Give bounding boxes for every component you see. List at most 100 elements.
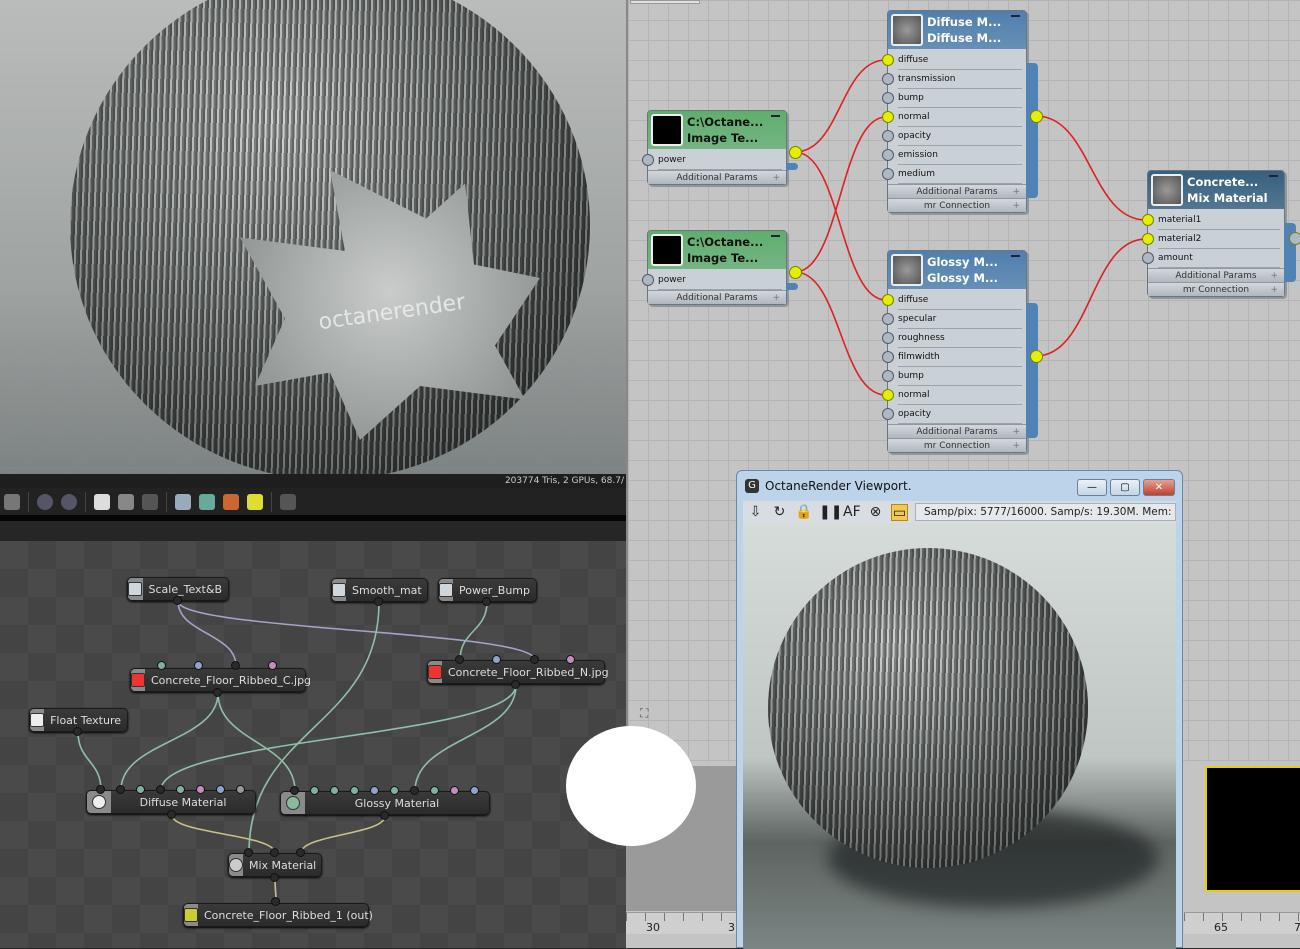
rollout-mr-connection[interactable]: mr Connection — [1148, 282, 1284, 297]
output-socket[interactable] — [1289, 232, 1300, 245]
slate-node-diff[interactable]: Diffuse M... Diffuse M... diffuse transmiss… — [882, 10, 1038, 213]
node-header[interactable]: C:\Octane... Image Te... — [648, 111, 786, 149]
collapse-icon[interactable] — [1011, 15, 1020, 17]
focus-picker-icon[interactable]: AF — [843, 504, 861, 521]
input-socket[interactable] — [882, 332, 894, 344]
output-socket[interactable] — [789, 266, 802, 279]
rollout-additional-params[interactable]: Additional Params — [888, 184, 1026, 199]
octane-viewport-window[interactable]: G OctaneRender Viewport. — ▢ ✕ ⇩ ↻ 🔒 ❚❚ AF ⊗ ▭… — [736, 470, 1183, 949]
socket[interactable] — [231, 661, 240, 670]
restart-icon[interactable]: ↻ — [771, 504, 788, 521]
input-socket[interactable] — [882, 313, 894, 325]
socket[interactable] — [73, 727, 82, 736]
collapse-icon[interactable] — [1269, 175, 1278, 177]
socket[interactable] — [350, 786, 359, 795]
input-socket[interactable] — [882, 54, 894, 66]
rollout-additional-params[interactable]: Additional Params — [648, 290, 786, 305]
socket[interactable] — [290, 786, 299, 795]
rollout-mr-connection[interactable]: mr Connection — [888, 438, 1026, 453]
rollout-additional-params[interactable]: Additional Params — [888, 424, 1026, 439]
socket[interactable] — [270, 848, 279, 857]
socket[interactable] — [310, 786, 319, 795]
rollout-additional-params[interactable]: Additional Params — [648, 170, 786, 185]
socket[interactable] — [566, 655, 575, 664]
socket[interactable] — [296, 848, 305, 857]
viewport-left[interactable] — [566, 726, 736, 911]
socket[interactable] — [236, 785, 245, 794]
socket[interactable] — [511, 680, 520, 689]
input-socket[interactable] — [642, 274, 654, 286]
input-socket[interactable] — [882, 111, 894, 123]
socket[interactable] — [194, 661, 203, 670]
clipboard-icon[interactable] — [175, 493, 191, 510]
input-socket[interactable] — [882, 73, 894, 85]
socket[interactable] — [173, 596, 182, 605]
node-header[interactable]: C:\Octane... Image Te... — [648, 231, 786, 269]
socket[interactable] — [370, 786, 379, 795]
input-socket[interactable] — [1142, 252, 1154, 264]
socket[interactable] — [271, 897, 280, 906]
socket[interactable] — [455, 655, 464, 664]
node-header[interactable]: Concrete... Mix Material — [1148, 171, 1284, 209]
socket[interactable] — [268, 661, 277, 670]
socket[interactable] — [530, 655, 539, 664]
socket[interactable] — [157, 661, 166, 670]
output-socket[interactable] — [1030, 350, 1043, 363]
minimize-button[interactable]: — — [1077, 479, 1107, 496]
socket[interactable] — [410, 786, 419, 795]
socket[interactable] — [330, 786, 339, 795]
close-button[interactable]: ✕ — [1143, 479, 1175, 496]
nav-icon[interactable]: ⛶ — [640, 706, 648, 721]
timeline-ruler-left[interactable]: 30 3 — [626, 912, 736, 934]
socket[interactable] — [244, 848, 253, 857]
collapse-icon[interactable] — [771, 115, 780, 117]
checker-white-icon[interactable] — [94, 493, 110, 510]
timeline-ruler-right[interactable]: 65 7 — [1184, 912, 1300, 934]
lock-icon[interactable]: 🔒 — [795, 504, 812, 521]
import-image-icon[interactable] — [199, 493, 215, 510]
sphere-icon[interactable] — [37, 493, 53, 510]
pick-icon[interactable] — [4, 493, 20, 510]
socket[interactable] — [156, 785, 165, 794]
socket[interactable] — [136, 785, 145, 794]
input-socket[interactable] — [882, 92, 894, 104]
input-socket[interactable] — [1142, 233, 1154, 245]
node-graph-editor[interactable]: Scale_Text&B Smooth_mat Power_Bump Concrete… — [0, 541, 626, 948]
input-socket[interactable] — [1142, 214, 1154, 226]
pause-icon[interactable]: ❚❚ — [819, 504, 842, 521]
socket[interactable] — [196, 785, 205, 794]
output-socket[interactable] — [1030, 110, 1043, 123]
socket[interactable] — [450, 786, 459, 795]
collapse-icon[interactable] — [771, 235, 780, 237]
input-socket[interactable] — [882, 370, 894, 382]
slate-node-mixm[interactable]: Concrete... Mix Material material1 material… — [1142, 170, 1296, 297]
editor-tab[interactable] — [630, 0, 700, 4]
input-socket[interactable] — [882, 130, 894, 142]
checker-dark-icon[interactable] — [142, 493, 158, 510]
viewport-camera[interactable] — [1205, 766, 1300, 892]
input-socket[interactable] — [882, 389, 894, 401]
input-socket[interactable] — [882, 408, 894, 420]
rollout-mr-connection[interactable]: mr Connection — [888, 198, 1026, 213]
input-socket[interactable] — [882, 168, 894, 180]
socket[interactable] — [176, 785, 185, 794]
input-socket[interactable] — [882, 351, 894, 363]
socket[interactable] — [270, 873, 279, 882]
input-socket[interactable] — [882, 294, 894, 306]
slate-node-img2[interactable]: C:\Octane... Image Te... power Additional P… — [642, 230, 798, 305]
socket[interactable] — [390, 786, 399, 795]
sphere-dark-icon[interactable] — [61, 493, 77, 510]
slate-node-img1[interactable]: C:\Octane... Image Te... power Additional P… — [642, 110, 798, 185]
import-disc-icon[interactable] — [223, 493, 239, 510]
rollout-additional-params[interactable]: Additional Params — [1148, 268, 1284, 283]
socket[interactable] — [492, 655, 501, 664]
socket[interactable] — [116, 785, 125, 794]
maximize-button[interactable]: ▢ — [1110, 479, 1140, 496]
socket[interactable] — [430, 786, 439, 795]
slate-node-gloss[interactable]: Glossy M... Glossy M... diffuse specular rou… — [882, 250, 1038, 453]
socket[interactable] — [470, 786, 479, 795]
node-header[interactable]: Diffuse M... Diffuse M... — [888, 11, 1026, 49]
output-socket[interactable] — [789, 146, 802, 159]
socket[interactable] — [380, 811, 389, 820]
socket[interactable] — [213, 688, 222, 697]
